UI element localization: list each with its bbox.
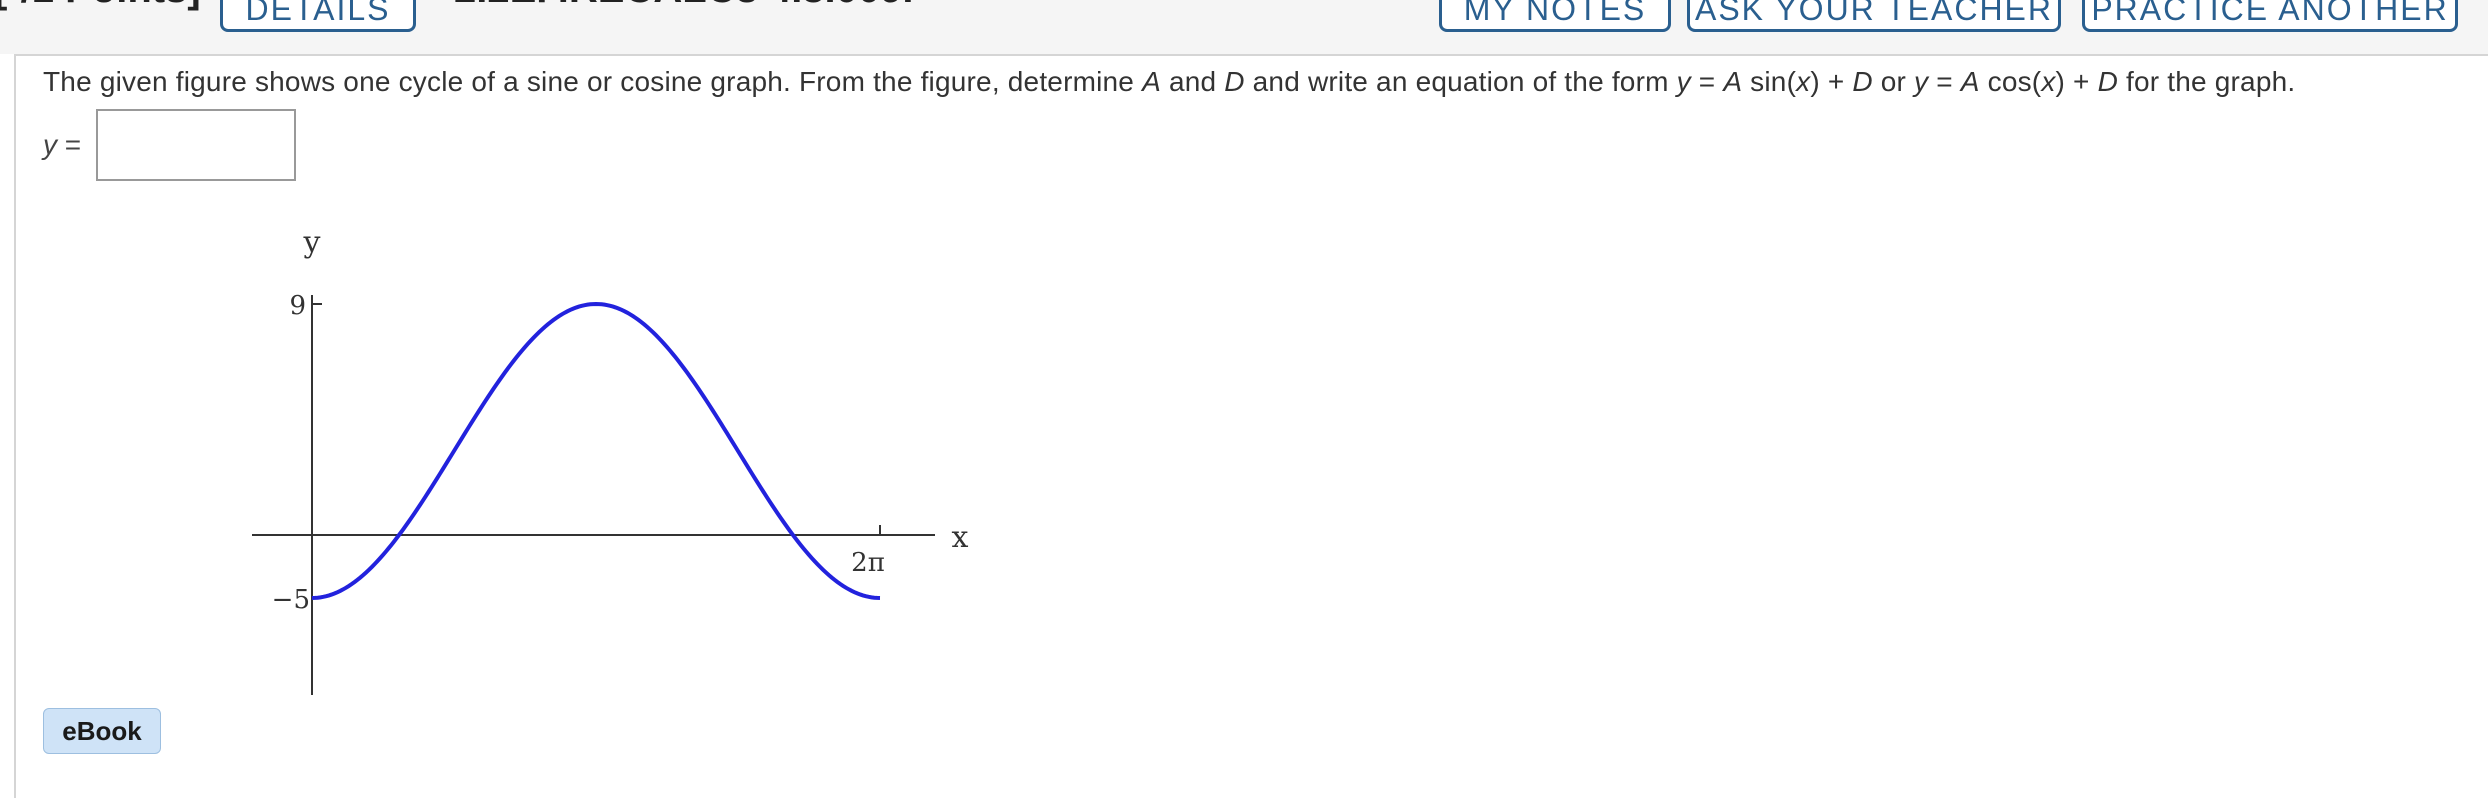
- answer-input[interactable]: [96, 109, 296, 181]
- my-notes-button[interactable]: MY NOTES: [1439, 0, 1671, 32]
- question-id: 2.2EP.RECALC8 4.3.009.: [454, 0, 914, 12]
- ebook-button[interactable]: eBook: [43, 708, 161, 754]
- y-tick-label-neg5: −5: [272, 585, 310, 615]
- cosine-curve: [311, 301, 881, 600]
- answer-label: y =: [43, 129, 82, 160]
- details-button[interactable]: DETAILS: [220, 0, 416, 32]
- x-axis-label: x: [952, 520, 969, 555]
- cosine-graph: y x 9 −5 2π: [252, 225, 969, 695]
- question-header: [-/1 Points] DETAILS 2.2EP.RECALC8 4.3.0…: [0, 0, 2488, 54]
- y-tick-label-9: 9: [289, 291, 306, 321]
- ask-your-teacher-button[interactable]: ASK YOUR TEACHER: [1687, 0, 2061, 32]
- x-tick-label-2pi: 2π: [851, 548, 885, 578]
- y-axis-label: y: [303, 225, 321, 260]
- question-text: The given figure shows one cycle of a si…: [43, 66, 2296, 97]
- practice-another-button[interactable]: PRACTICE ANOTHER: [2082, 0, 2458, 32]
- points-label: [-/1 Points]: [0, 0, 201, 12]
